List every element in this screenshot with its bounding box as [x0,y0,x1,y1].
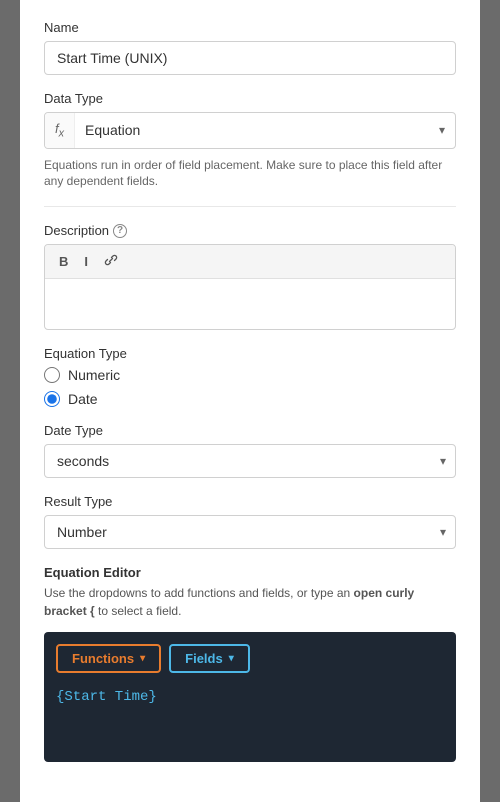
result-type-field-group: Result Type Number Text Date ▾ [44,494,456,549]
equation-type-field-group: Equation Type Numeric Date [44,346,456,407]
name-label: Name [44,20,456,35]
radio-date-input[interactable] [44,391,60,407]
divider-1 [44,206,456,207]
functions-chevron-icon: ▾ [140,653,145,664]
link-icon [104,253,118,267]
description-editor: B I [44,244,456,330]
data-type-info: Equations run in order of field placemen… [44,157,456,191]
equation-editor-box: Functions ▾ Fields ▾ {Start Time} [44,632,456,762]
equation-code[interactable]: {Start Time} [56,685,444,709]
description-field-group: Description ? B I [44,223,456,330]
date-type-field-group: Date Type seconds milliseconds minutes h… [44,423,456,478]
equation-editor-group: Equation Editor Use the dropdowns to add… [44,565,456,762]
description-label: Description ? [44,223,456,238]
result-type-select[interactable]: Number Text Date [44,515,456,549]
fields-button[interactable]: Fields ▾ [169,644,250,673]
date-type-label: Date Type [44,423,456,438]
equation-type-label: Equation Type [44,346,456,361]
data-type-select[interactable]: Equation [75,114,455,146]
name-field-group: Name [44,20,456,75]
main-panel: Name Data Type fx Equation ▾ Equations r… [20,0,480,802]
radio-date-label: Date [68,391,98,407]
data-type-field-group: Data Type fx Equation ▾ Equations run in… [44,91,456,190]
functions-button[interactable]: Functions ▾ [56,644,161,673]
radio-numeric-label: Numeric [68,367,120,383]
fields-chevron-icon: ▾ [229,653,234,664]
radio-numeric[interactable]: Numeric [44,367,456,383]
description-content[interactable] [45,279,455,329]
equation-editor-description: Use the dropdowns to add functions and f… [44,584,456,620]
result-type-select-wrapper: Number Text Date ▾ [44,515,456,549]
radio-numeric-input[interactable] [44,367,60,383]
date-type-select-wrapper: seconds milliseconds minutes hours days … [44,444,456,478]
data-type-select-wrapper: fx Equation ▾ [44,112,456,149]
date-type-select[interactable]: seconds milliseconds minutes hours days [44,444,456,478]
radio-date[interactable]: Date [44,391,456,407]
data-type-label: Data Type [44,91,456,106]
name-input[interactable] [44,41,456,75]
description-toolbar: B I [45,245,455,279]
result-type-label: Result Type [44,494,456,509]
equation-editor-header: Equation Editor [44,565,456,580]
description-help-icon[interactable]: ? [113,224,127,238]
link-button[interactable] [100,251,122,272]
equation-type-radio-group: Numeric Date [44,367,456,407]
italic-button[interactable]: I [80,252,92,271]
equation-editor-toolbar: Functions ▾ Fields ▾ [56,644,444,673]
bold-button[interactable]: B [55,252,72,271]
fx-icon: fx [45,113,75,148]
